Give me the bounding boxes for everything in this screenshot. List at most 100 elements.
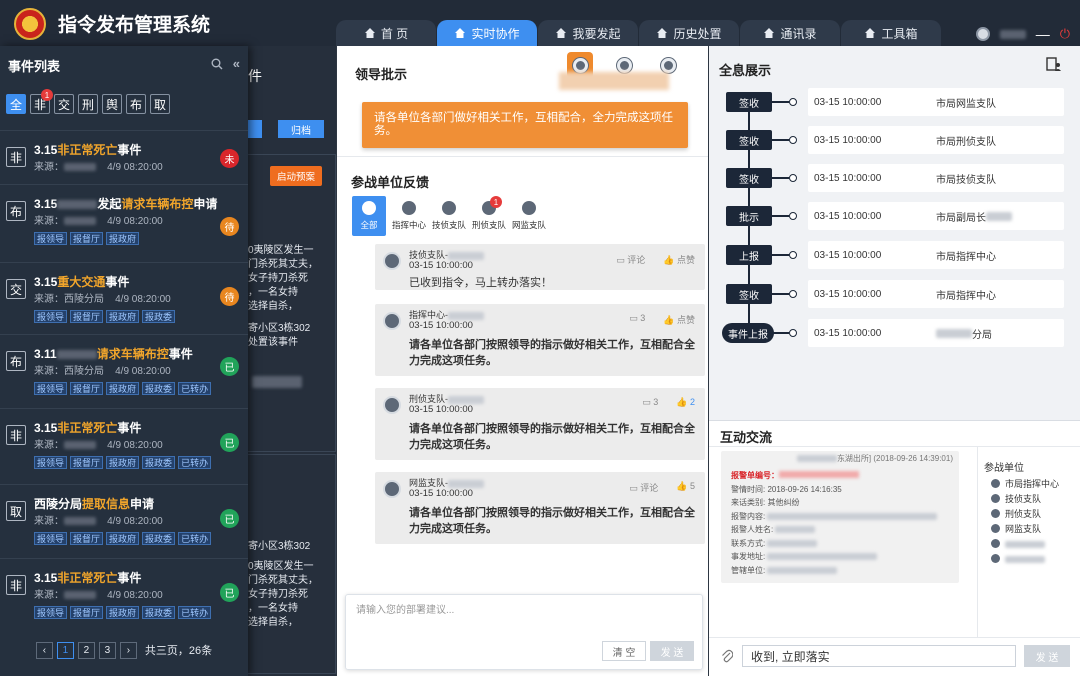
text-label: 报警内容: xyxy=(731,511,766,521)
text-label: 报督厅 xyxy=(70,606,104,619)
event-item[interactable]: 布 3.11 请求车辆布控事件 来源：西陵分局 4/9 08:20:00 报领导报… xyxy=(0,334,248,408)
minimize-icon[interactable]: — xyxy=(1036,26,1050,42)
event-item[interactable]: 非 3.15非正常死亡事件 来源： 4/9 08:20:00 报领导 报督厅 报政府… xyxy=(0,408,248,484)
filter-traffic[interactable]: 交 xyxy=(54,94,74,114)
search-icon[interactable] xyxy=(211,58,223,70)
filter-criminal[interactable]: 刑 xyxy=(78,94,98,114)
timeline-card[interactable]: 03-15 10:00:00 市局刑侦支队 xyxy=(808,126,1064,154)
timeline-card[interactable]: 03-15 10:00:00 市局副局长 xyxy=(808,202,1064,230)
feedback-unit-tabs: 全部 指挥中心 技侦支队 刑侦支队 1 网监支队 xyxy=(352,196,546,236)
filter-abnormal-death[interactable]: 非1 xyxy=(30,89,53,114)
document-person-icon[interactable] xyxy=(1046,56,1062,72)
feed-tab-all[interactable]: 全部 xyxy=(352,196,386,236)
text-label: 报政府 xyxy=(106,456,140,469)
prev-page-button[interactable]: ‹ xyxy=(35,641,53,659)
text-label: 报政委 xyxy=(142,310,176,323)
police-emblem-logo xyxy=(14,8,46,40)
filter-public-opinion[interactable]: 舆 xyxy=(102,94,122,114)
page-button[interactable]: 1 xyxy=(56,641,74,659)
comment-button[interactable]: ▭ 评论 xyxy=(629,481,658,494)
tab-home[interactable]: 首 页 xyxy=(336,20,436,46)
filter-retrieve[interactable]: 取 xyxy=(150,94,170,114)
feed-tab-command-center[interactable]: 指挥中心 xyxy=(392,196,426,236)
comment-button[interactable]: ▭ 评论 xyxy=(616,253,645,266)
unit-item[interactable] xyxy=(991,552,1059,567)
collapse-icon[interactable]: « xyxy=(233,57,240,70)
like-button[interactable]: 👍 2 xyxy=(676,397,695,408)
tab-realtime[interactable]: 实时协作 xyxy=(437,20,537,46)
text-label: 技侦支队 xyxy=(1005,494,1042,504)
timeline-card[interactable]: 03-15 10:00:00 市局指挥中心 xyxy=(808,241,1064,269)
tag: 报领导 xyxy=(34,232,68,245)
timeline-row: 事件上报 03-15 10:00:00 分局 xyxy=(722,319,1064,347)
sidebar-header: 事件列表 « xyxy=(0,46,248,84)
chat-input[interactable]: 收到, 立即落实 xyxy=(742,645,1016,667)
tab-contacts[interactable]: 通讯录 xyxy=(740,20,840,46)
text-label: 重大交通 xyxy=(57,275,106,289)
event-meta: 来源： 4/9 08:20:00 xyxy=(34,512,248,527)
event-item[interactable]: 非 3.15非正常死亡事件 来源： 4/9 08:20:00 报领导 报督厅 报政府… xyxy=(0,558,248,632)
timeline-card[interactable]: 03-15 10:00:00 市局指挥中心 xyxy=(808,280,1064,308)
comment-button[interactable]: ▭ 3 xyxy=(629,313,645,326)
unit-item[interactable]: 网监支队 xyxy=(991,522,1059,537)
feed-badge: 1 xyxy=(490,196,502,208)
archive-button[interactable]: 归档 xyxy=(278,120,324,138)
text-label: 选择自杀， xyxy=(248,617,298,628)
text-label: 非正常死亡 xyxy=(57,421,118,435)
unit-item[interactable] xyxy=(991,537,1059,552)
text-label: 报政委 xyxy=(142,456,176,469)
feed-tab-cyber[interactable]: 网监支队 xyxy=(512,196,546,236)
event-item[interactable]: 布 3.15 发起请求车辆布控申请 来源： 4/9 08:20:00 报领导 报督厅… xyxy=(0,184,248,262)
page-button[interactable]: 2 xyxy=(77,641,95,659)
start-plan-button[interactable]: 启动预案 xyxy=(270,166,322,186)
page-button[interactable]: 3 xyxy=(98,641,116,659)
comment-button[interactable]: ▭ 3 xyxy=(642,397,658,408)
chat-send-button[interactable]: 发 送 xyxy=(1024,645,1070,667)
tab-initiate[interactable]: 我要发起 xyxy=(538,20,638,46)
text-label: 来源： xyxy=(34,162,64,173)
text-label: 请求车辆布控 xyxy=(96,347,169,361)
unit-item[interactable]: 刑侦支队 xyxy=(991,507,1059,522)
pagination-summary: 共三页，26条 xyxy=(144,645,213,657)
clear-button[interactable]: 清 空 xyxy=(602,641,646,661)
unit-item[interactable]: 市局指挥中心 xyxy=(991,477,1059,492)
timeline-card[interactable]: 03-15 10:00:00 市局网监支队 xyxy=(808,88,1064,116)
event-item[interactable]: 取 西陵分局提取信息申请 来源： 4/9 08:20:00 报领导 报督厅 报政府报… xyxy=(0,484,248,558)
like-button[interactable]: 👍 点赞 xyxy=(663,313,695,326)
text-label: 请各单位各部门按照领导的指示做好相关工作，互相配合全力完成这项任务。 xyxy=(409,507,695,535)
text-label: 0夷陵区发生一 xyxy=(248,245,314,256)
home-icon xyxy=(865,28,876,38)
feed-tab-criminal[interactable]: 刑侦支队 1 xyxy=(472,196,506,236)
power-icon[interactable]: ⏻ xyxy=(1060,26,1070,42)
event-item[interactable]: 非 3.15非正常死亡事件 来源： 4/9 08:20:00 未 xyxy=(0,130,248,184)
suggestion-textarea[interactable]: 请输入您的部署建议... 清 空 发 送 xyxy=(345,594,703,670)
unit-item[interactable]: 技侦支队 xyxy=(991,492,1059,507)
text-label: 门杀死其丈夫， xyxy=(248,575,318,586)
tab-history[interactable]: 历史处置 xyxy=(639,20,739,46)
event-item[interactable]: 交 3.15重大交通事件 来源：西陵分局 4/9 08:20:00 报领导 报督厅… xyxy=(0,262,248,334)
send-button[interactable]: 发 送 xyxy=(650,641,694,661)
timeline-card[interactable]: 03-15 10:00:00 市局技侦支队 xyxy=(808,164,1064,192)
person-icon xyxy=(442,201,456,215)
event-type-filters: 全 非1 交 刑 舆 布 取 xyxy=(0,84,248,122)
text-label: 报政委 xyxy=(142,382,176,395)
attachment-icon[interactable] xyxy=(721,649,733,663)
text-label: 来源：西陵分局 xyxy=(34,366,104,377)
filter-deploy[interactable]: 布 xyxy=(126,94,146,114)
filter-all[interactable]: 全 xyxy=(6,94,26,114)
timeline-card[interactable]: 03-15 10:00:00 分局 xyxy=(808,319,1064,347)
next-page-button[interactable]: › xyxy=(119,641,137,659)
text-label: 指挥中心- xyxy=(409,310,448,320)
text-label: 报督厅 xyxy=(70,456,104,469)
tab-toolbox[interactable]: 工具箱 xyxy=(841,20,941,46)
like-button[interactable]: 👍 5 xyxy=(676,481,695,494)
event-title: 西陵分局提取信息申请 xyxy=(34,495,248,511)
like-button[interactable]: 👍 点赞 xyxy=(663,253,695,266)
feed-tab-tech-detect[interactable]: 技侦支队 xyxy=(432,196,466,236)
event-meta: 来源： 4/9 08:20:00 xyxy=(34,586,248,601)
event-type-tag: 取 xyxy=(6,501,26,521)
text-label: 3.15 xyxy=(34,421,58,435)
avatar[interactable] xyxy=(975,27,990,41)
text-label: 分局 xyxy=(972,329,992,341)
leader-instruction-title: 领导批示 xyxy=(355,67,408,82)
